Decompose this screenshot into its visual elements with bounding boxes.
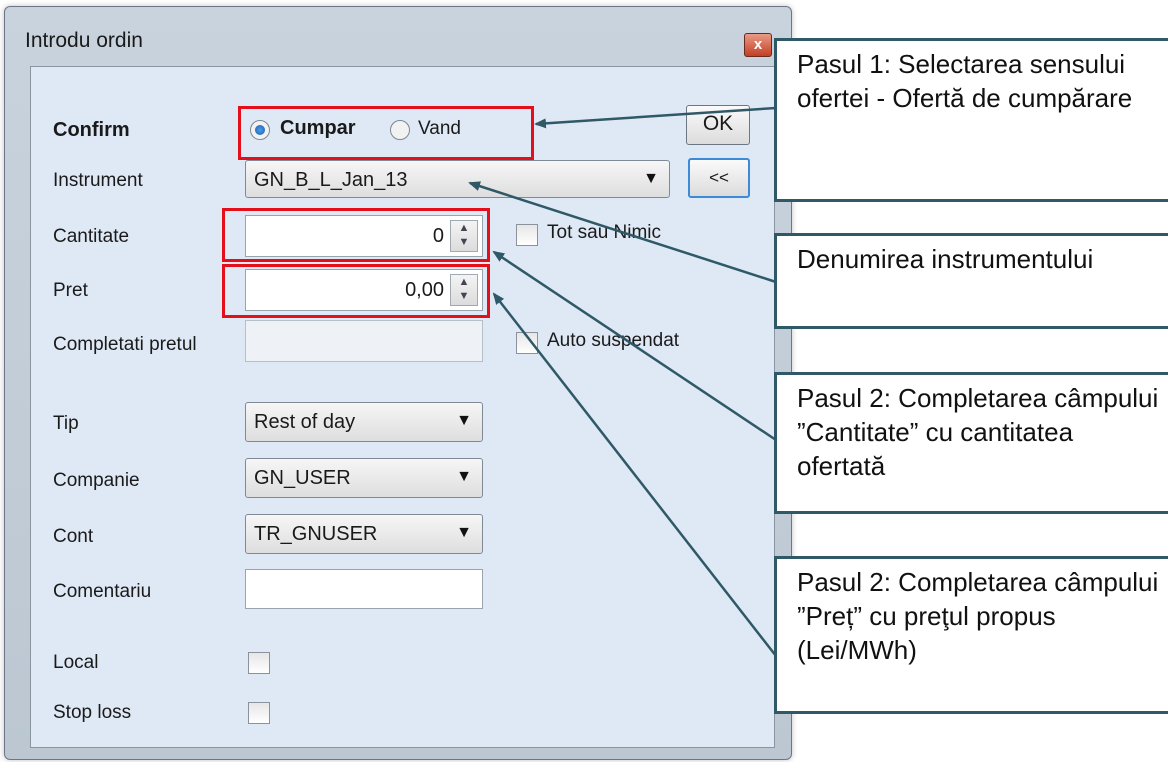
arrow-to-price bbox=[492, 292, 777, 657]
connector-arrows bbox=[468, 106, 777, 657]
arrow-to-quantity bbox=[492, 250, 777, 442]
arrow-to-side-selection bbox=[534, 106, 777, 129]
